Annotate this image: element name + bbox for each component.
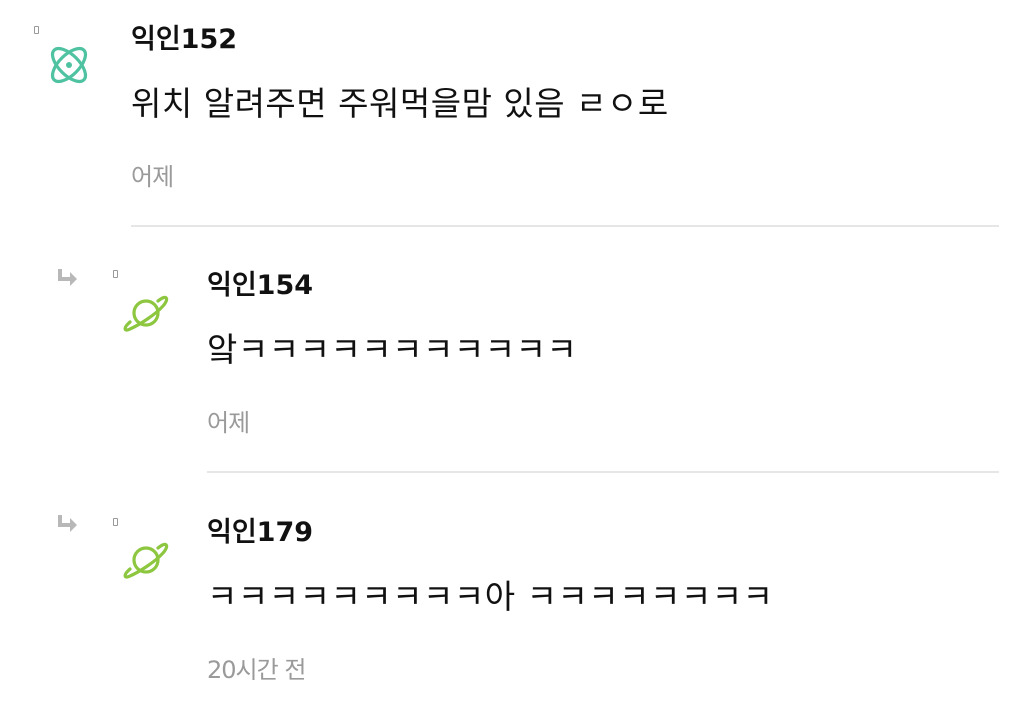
comment-author[interactable]: 익인154 [207,270,313,302]
comment-item: 익인152 위치 알려주면 주워먹을맘 있음 ㄹㅇ로 어제 [0,0,1024,230]
comment-timestamp: 20시간 전 [207,656,306,684]
comment-timestamp: 어제 [131,163,174,191]
comment-text: 위치 알려주면 주워먹을맘 있음 ㄹㅇ로 [131,84,669,123]
comment-text: ㅋㅋㅋㅋㅋㅋㅋㅋㅋ아 ㅋㅋㅋㅋㅋㅋㅋㅋ [207,577,774,616]
atom-icon[interactable] [44,40,94,90]
bookmark-marker-icon[interactable] [113,270,118,278]
planet-icon[interactable] [121,288,171,338]
comment-text: 앜ㅋㅋㅋㅋㅋㅋㅋㅋㅋㅋㅋ [207,330,578,369]
comment-author[interactable]: 익인152 [131,24,237,56]
comment-author[interactable]: 익인179 [207,517,313,549]
bookmark-marker-icon[interactable] [34,26,39,34]
comment-timestamp: 어제 [207,409,250,437]
bookmark-marker-icon[interactable] [113,518,118,526]
reply-arrow-icon [55,514,79,536]
comment-divider [207,471,999,473]
reply-arrow-icon [55,268,79,290]
comment-divider [131,225,999,227]
planet-icon[interactable] [121,535,171,585]
